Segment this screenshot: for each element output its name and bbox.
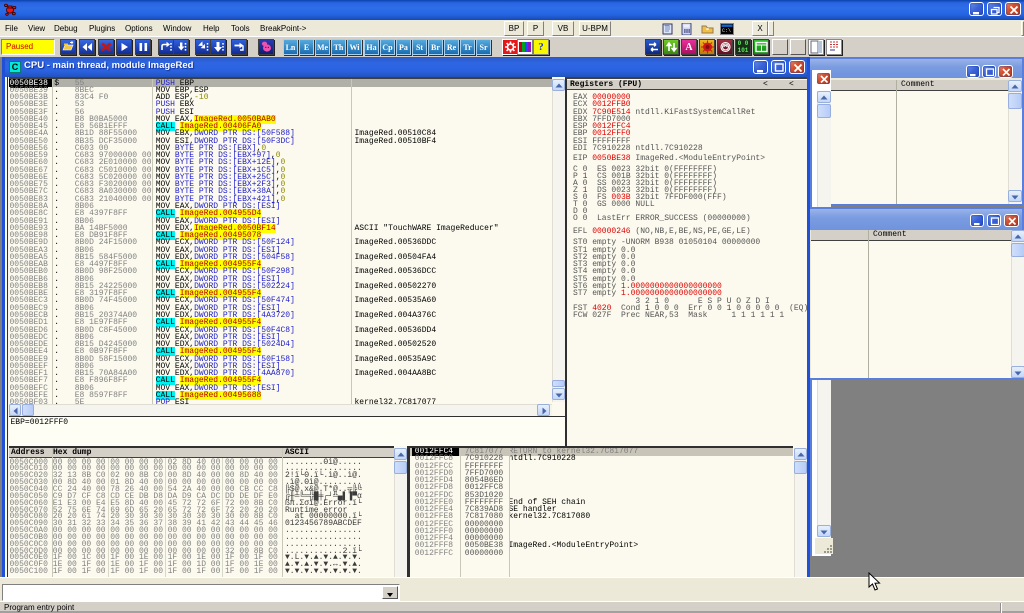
svg-text:C:\: C:\ <box>722 28 731 34</box>
